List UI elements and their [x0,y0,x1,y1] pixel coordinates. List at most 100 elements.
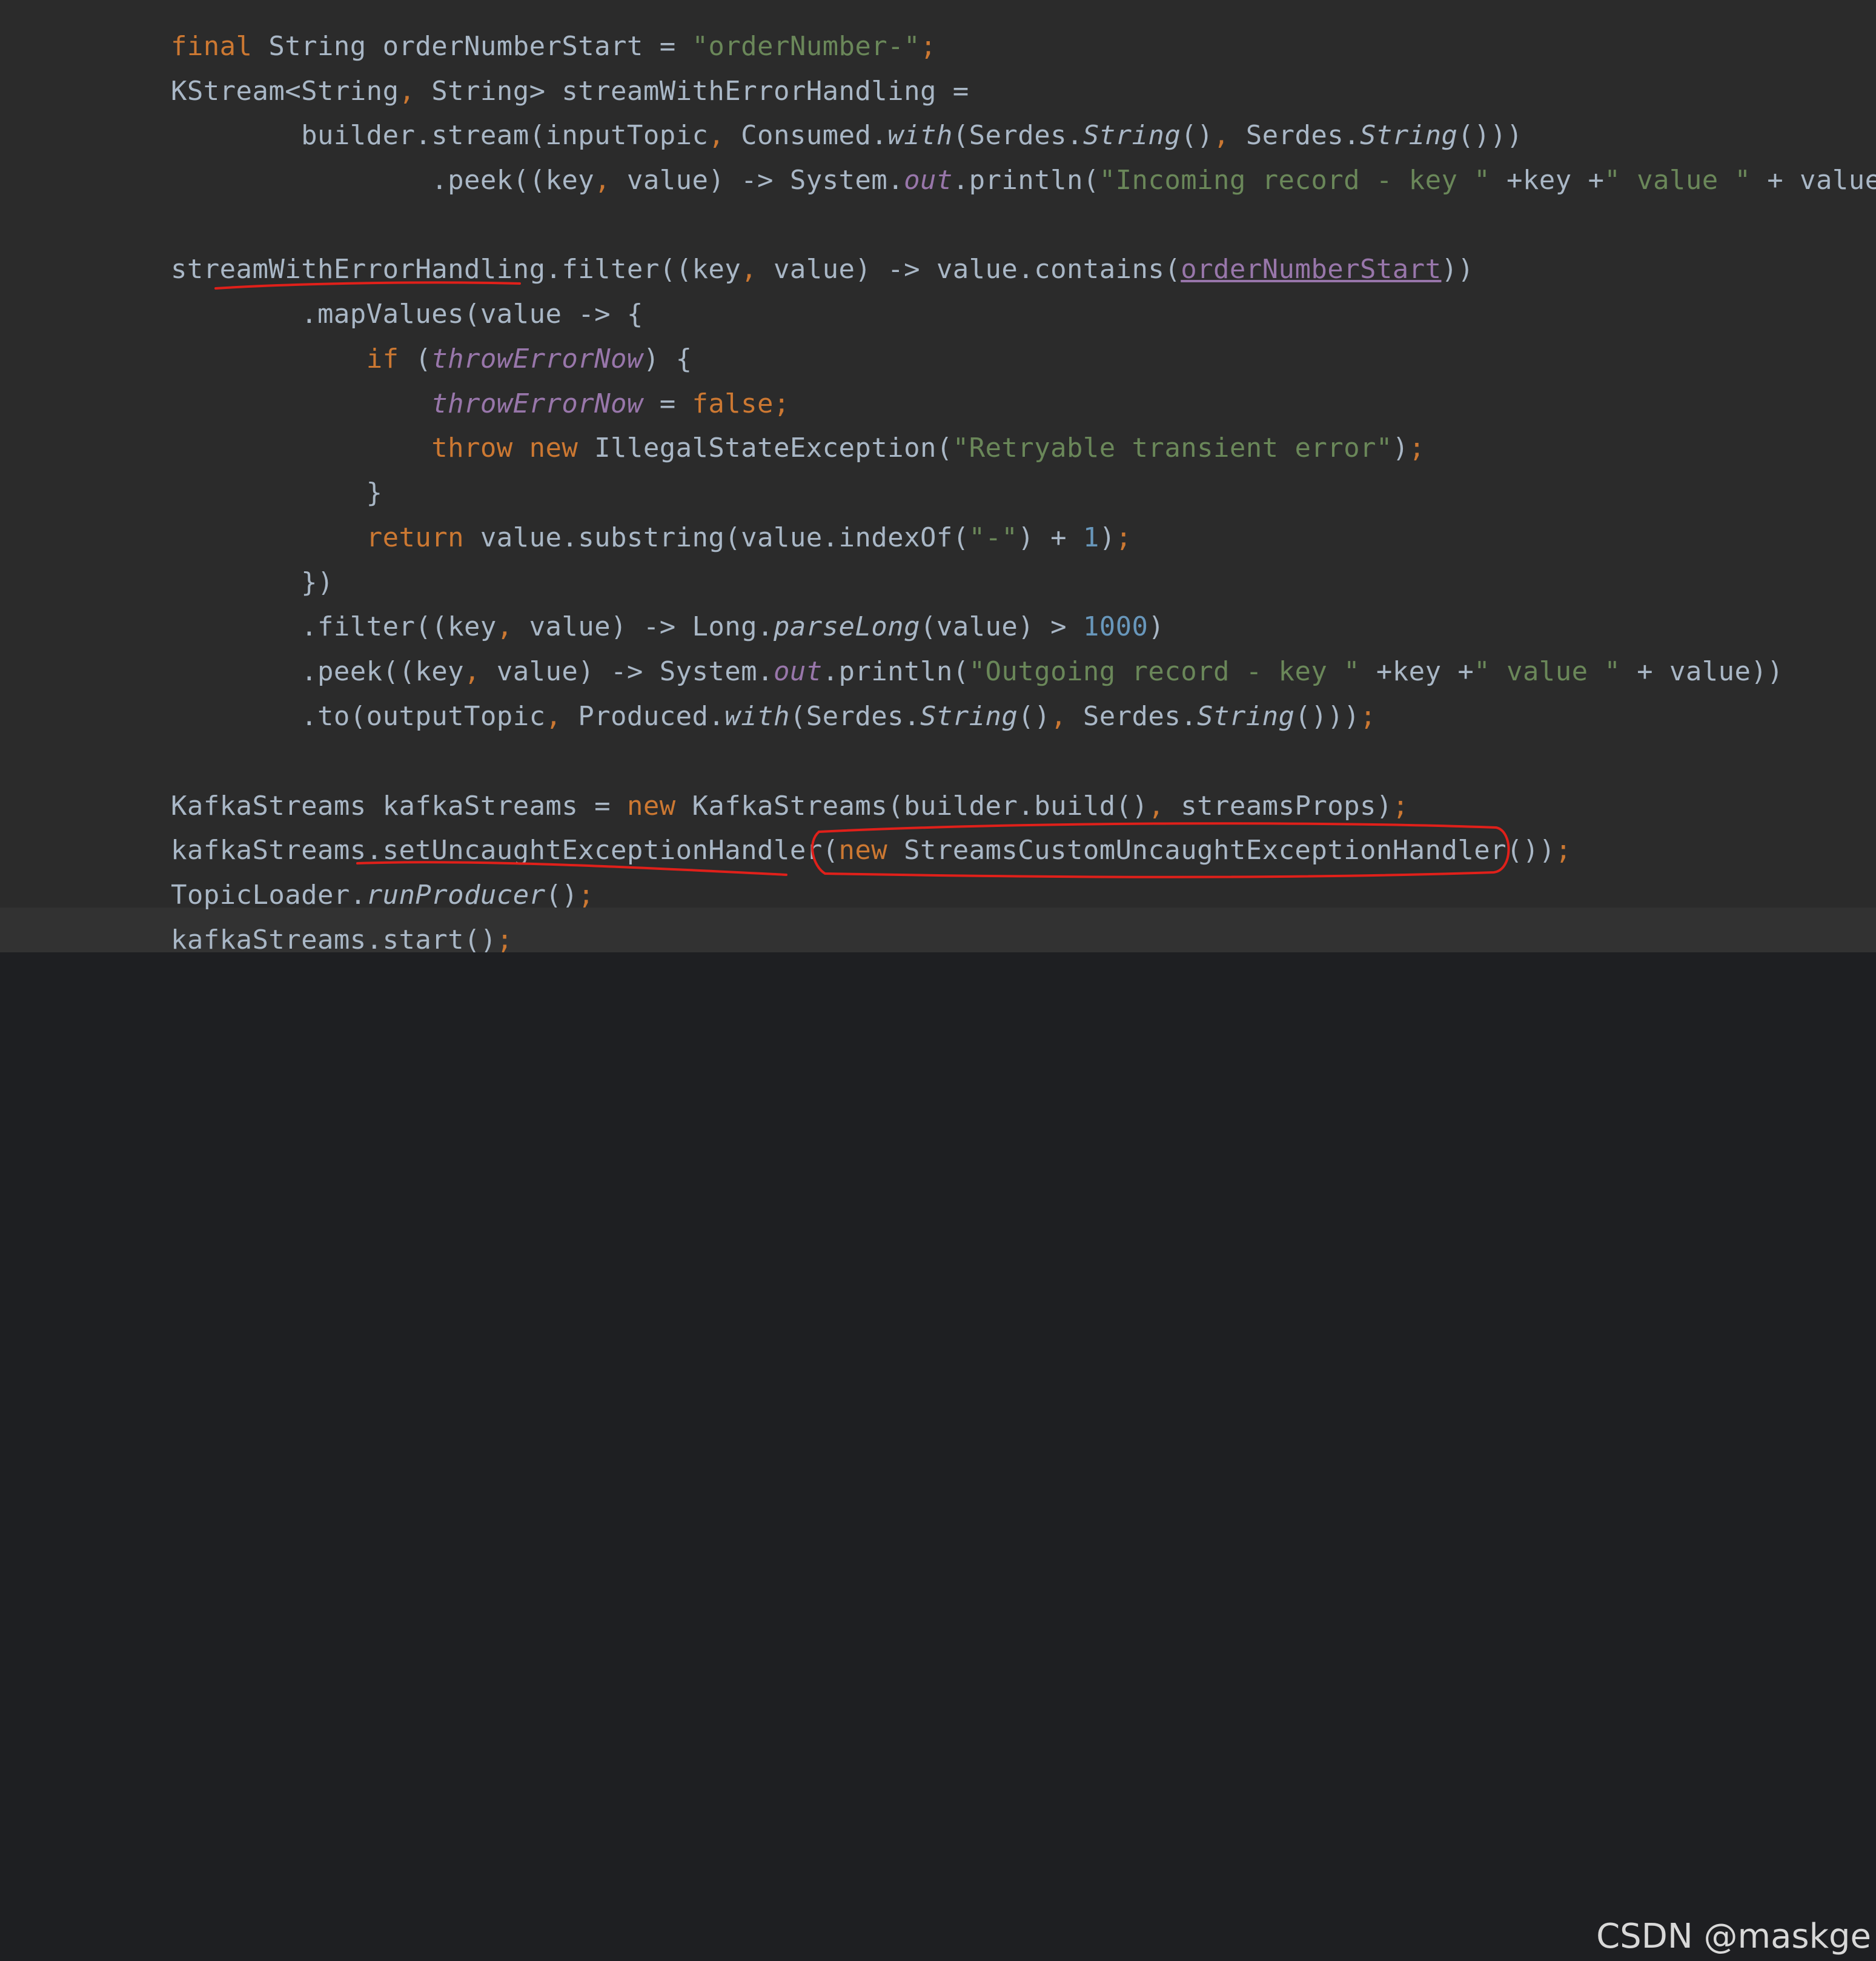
code-token: ) { [643,343,692,374]
code-token: value) -> value.contains( [757,254,1181,285]
code-token: kafkaStreams.setUncaughtExceptionHandler… [171,835,839,866]
code-token: ; [1555,835,1572,866]
code-token: ())) [1294,701,1361,732]
code-line-kafka-streams-new: KafkaStreams kafkaStreams = new KafkaStr… [171,784,1409,829]
code-token: ; [773,388,790,419]
code-line-throw-exception: throw new IllegalStateException("Retryab… [171,426,1425,471]
code-area[interactable]: final String orderNumberStart = "orderNu… [0,0,1876,955]
code-line-builder-stream: builder.stream(inputTopic, Consumed.with… [171,113,1523,158]
code-line-if-throw-error-now: if (throwErrorNow) { [171,337,692,382]
code-token: String orderNumberStart = [252,31,692,62]
code-token: .println( [952,165,1099,196]
code-token: throw new [431,433,578,463]
code-token: .to(outputTopic [171,701,546,732]
code-token: ) [1148,611,1165,642]
code-token: ; [1115,522,1132,553]
code-token: + value)) [1767,165,1876,196]
code-token: (Serdes. [952,120,1083,151]
code-line-to-output-topic: .to(outputTopic, Produced.with(Serdes.St… [171,694,1376,739]
code-token: 1000 [1082,611,1148,642]
code-token: () [1018,701,1051,732]
code-token: }) [171,567,334,598]
code-token: , [708,120,725,151]
code-token: "Retryable transient error" [952,433,1393,463]
code-token: , [1050,701,1067,732]
code-token: +key + [1490,165,1605,196]
code-line-filter-parse-long: .filter((key, value) -> Long.parseLong(v… [171,605,1164,649]
code-line-peek-incoming: .peek((key, value) -> System.out.println… [171,158,1876,203]
code-line-run-producer: TopicLoader.runProducer(); [171,873,594,918]
code-token: , [464,656,480,687]
code-editor[interactable]: final String orderNumberStart = "orderNu… [0,0,1876,955]
code-token: +key + [1360,656,1474,687]
code-token: TopicLoader. [171,880,366,911]
code-line-set-uncaught-handler: kafkaStreams.setUncaughtExceptionHandler… [171,828,1572,873]
code-token: "Incoming record - key " [1099,165,1491,196]
code-line-peek-outgoing: .peek((key, value) -> System.out.println… [171,649,1783,694]
code-token: Serdes. [1229,120,1361,151]
code-line-set-throw-error-now: throwErrorNow = false; [171,382,790,426]
code-token: , [594,165,611,196]
code-line-kstream-declaration: KStream<String, String> streamWithErrorH… [171,69,969,114]
code-token: ( [399,343,432,374]
code-token: "orderNumber-" [692,31,920,62]
code-token: ) + [1018,522,1083,553]
code-token: , [741,254,758,285]
code-token: kafkaStreams.start() [171,924,497,955]
code-token: String> streamWithErrorHandling = [415,76,969,107]
code-token: " value " [1474,656,1621,687]
code-token: ; [920,31,936,62]
code-token: KStream<String [171,76,399,107]
code-token: "-" [969,522,1018,553]
code-token: value) -> System. [480,656,774,687]
code-line-filter-contains: streamWithErrorHandling.filter((key, val… [171,247,1474,292]
code-token: (value) > [920,611,1083,642]
code-token: value.substring(value.indexOf( [464,522,969,553]
code-line-close-if: } [171,471,383,516]
code-token: StreamsCustomUncaughtExceptionHandler()) [887,835,1556,866]
code-token: IllegalStateException( [578,433,953,463]
code-token: = [643,388,692,419]
code-token: .println( [822,656,969,687]
code-token: value) -> System. [611,165,904,196]
code-token: KafkaStreams(builder.build() [675,791,1148,821]
code-token: String [1197,701,1295,732]
code-token: if [366,343,399,374]
code-token: streamWithErrorHandling.filter((key [171,254,741,285]
code-token: Serdes. [1066,701,1198,732]
code-token: .peek((key [171,165,595,196]
code-token: return [366,522,465,553]
code-token: ) [1099,522,1116,553]
code-token: , [399,76,416,107]
code-line-close-lambda: }) [171,560,334,605]
code-token: () [545,880,578,911]
code-token: String [1360,120,1458,151]
code-token: ; [1408,433,1425,463]
code-token: Consumed. [724,120,888,151]
code-token: String [1082,120,1181,151]
code-token: , [496,611,513,642]
code-token: ())) [1457,120,1523,151]
code-token: new [626,791,676,821]
code-token: final [171,31,253,62]
code-token: (Serdes. [789,701,920,732]
code-token: , [1213,120,1230,151]
code-token: 1 [1082,522,1099,553]
code-token: with [887,120,953,151]
code-token: )) [1441,254,1474,285]
code-token: out [773,656,823,687]
code-token: + value)) [1620,656,1784,687]
code-token: throwErrorNow [431,388,643,419]
code-token: .peek((key [171,656,465,687]
code-token: ; [1392,791,1409,821]
code-token: out [904,165,953,196]
code-token: String [920,701,1018,732]
code-token: streamsProps) [1164,791,1393,821]
code-token: ; [1360,701,1376,732]
code-token: ; [578,880,595,911]
code-line-final-order-number-start: final String orderNumberStart = "orderNu… [171,24,936,69]
code-token: " value " [1604,165,1751,196]
code-token: , [545,701,562,732]
code-token: Produced. [562,701,725,732]
